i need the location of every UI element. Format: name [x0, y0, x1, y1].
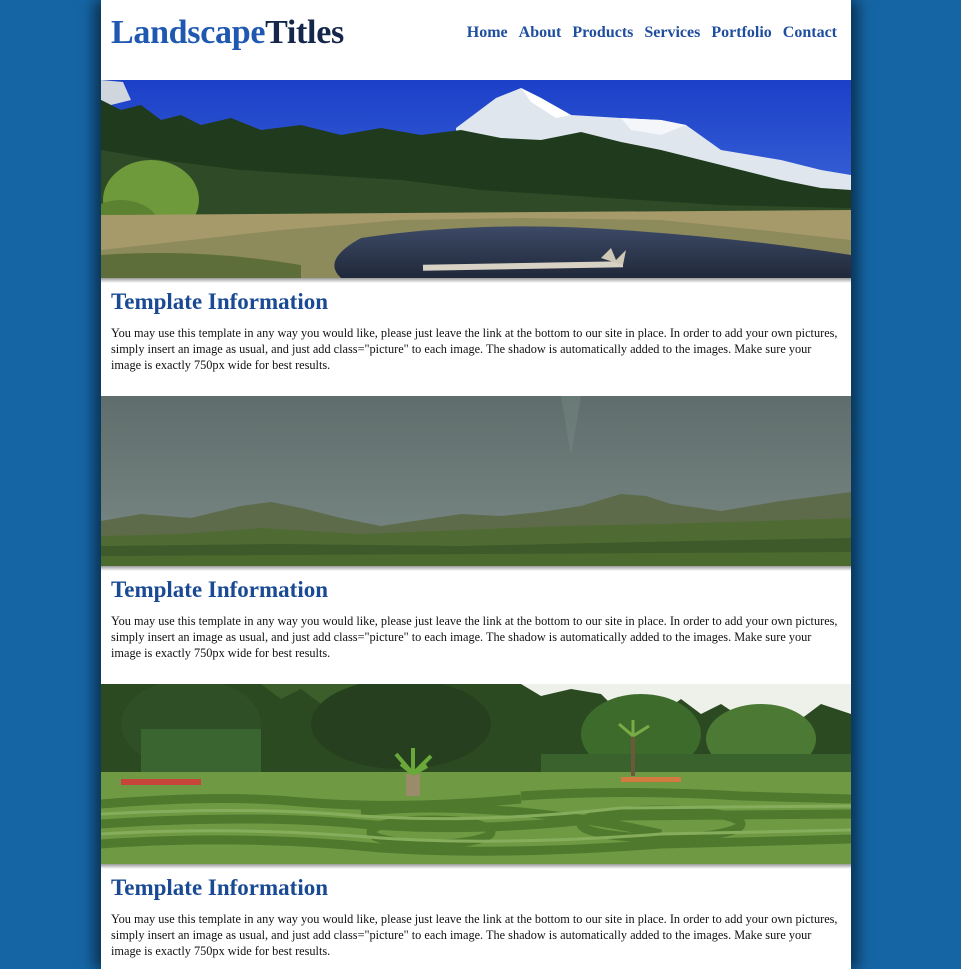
- banner-shadow: [101, 278, 851, 283]
- content-section-3: Template Information You may use this te…: [101, 875, 851, 959]
- banner-hedge-garden: [101, 684, 851, 869]
- banner-shadow: [101, 864, 851, 869]
- header: LandscapeTitles Home About Products Serv…: [101, 0, 851, 80]
- nav-contact[interactable]: Contact: [783, 24, 837, 42]
- content-section-2: Template Information You may use this te…: [101, 577, 851, 661]
- page-container: LandscapeTitles Home About Products Serv…: [101, 0, 851, 969]
- nav-home[interactable]: Home: [467, 24, 508, 42]
- banner-stormy-hills: [101, 396, 851, 571]
- mountain-lake-forest-photo: [101, 80, 851, 278]
- nav-services[interactable]: Services: [644, 24, 700, 42]
- main-nav: Home About Products Services Portfolio C…: [467, 24, 837, 42]
- nav-portfolio[interactable]: Portfolio: [711, 24, 771, 42]
- logo-part-titles: Titles: [265, 14, 344, 51]
- section-title: Template Information: [111, 577, 329, 602]
- section-title: Template Information: [111, 875, 329, 900]
- section-body: You may use this template in any way you…: [111, 614, 838, 660]
- banner-mountain-lake: [101, 80, 851, 283]
- site-logo[interactable]: LandscapeTitles: [111, 14, 344, 52]
- hedge-maze-garden-photo: [101, 684, 851, 864]
- section-body: You may use this template in any way you…: [111, 326, 838, 372]
- logo-part-landscape: Landscape: [111, 14, 266, 51]
- section-body: You may use this template in any way you…: [111, 912, 838, 958]
- banner-shadow: [101, 566, 851, 571]
- content-section-1: Template Information You may use this te…: [101, 289, 851, 373]
- nav-about[interactable]: About: [519, 24, 562, 42]
- nav-products[interactable]: Products: [572, 24, 633, 42]
- section-title: Template Information: [111, 289, 329, 314]
- stormy-hills-photo: [101, 396, 851, 566]
